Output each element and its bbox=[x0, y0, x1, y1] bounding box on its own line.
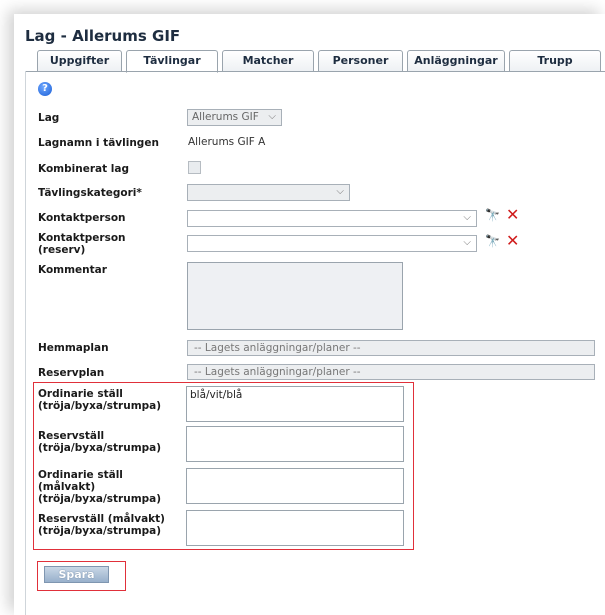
content-border bbox=[25, 71, 26, 615]
tab-personer[interactable]: Personer bbox=[318, 50, 403, 72]
binoculars-icon[interactable]: 🔭 bbox=[485, 208, 500, 222]
lag-select: Allerums GIF ⌵ bbox=[187, 109, 282, 126]
kommentar-label: Kommentar bbox=[38, 264, 107, 276]
hemmaplan-select[interactable]: -- Lagets anläggningar/planer -- bbox=[187, 340, 595, 356]
reservstall-input[interactable] bbox=[186, 426, 404, 462]
kontakt-reserv-label-2: (reserv) bbox=[38, 244, 86, 256]
lagnamn-label: Lagnamn i tävlingen bbox=[38, 137, 159, 149]
kommentar-textarea[interactable] bbox=[187, 262, 403, 330]
lagnamn-value: Allerums GIF A bbox=[188, 136, 266, 148]
ordinarie-mv-label-3: (tröja/byxa/strumpa) bbox=[38, 493, 162, 505]
kategori-label: Tävlingskategori* bbox=[38, 187, 142, 199]
ordinarie-mv-label-2: (målvakt) bbox=[38, 481, 96, 493]
chevron-down-icon: ⌵ bbox=[336, 186, 344, 197]
page-title: Lag - Allerums GIF bbox=[25, 27, 181, 45]
ordinarie-input[interactable]: blå/vit/blå bbox=[186, 386, 404, 422]
tab-matcher[interactable]: Matcher bbox=[222, 50, 314, 72]
tab-anlaggningar[interactable]: Anläggningar bbox=[407, 50, 505, 72]
reserv-mv-label-2: (tröja/byxa/strumpa) bbox=[38, 525, 162, 537]
reservplan-select[interactable]: -- Lagets anläggningar/planer -- bbox=[187, 364, 595, 380]
chevron-down-icon: ⌵ bbox=[268, 111, 276, 122]
reservstall-label-1: Reservställ bbox=[38, 430, 105, 442]
help-icon[interactable]: ? bbox=[38, 82, 52, 96]
chevron-down-icon: ⌵ bbox=[463, 237, 471, 248]
kontakt-select[interactable]: ⌵ bbox=[187, 210, 477, 227]
tab-bar: Uppgifter Tävlingar Matcher Personer Anl… bbox=[25, 50, 605, 73]
lag-label: Lag bbox=[38, 112, 60, 124]
ordinarie-label-1: Ordinarie ställ bbox=[38, 388, 123, 400]
save-button[interactable]: Spara bbox=[44, 566, 109, 583]
tab-trupp[interactable]: Trupp bbox=[509, 50, 601, 72]
ordinarie-label-2: (tröja/byxa/strumpa) bbox=[38, 400, 162, 412]
close-icon[interactable]: ✕ bbox=[506, 207, 519, 223]
reservplan-label: Reservplan bbox=[38, 367, 105, 379]
chevron-down-icon: ⌵ bbox=[463, 212, 471, 223]
lag-select-value: Allerums GIF bbox=[192, 111, 259, 123]
kontakt-reserv-select[interactable]: ⌵ bbox=[187, 235, 477, 252]
binoculars-icon[interactable]: 🔭 bbox=[485, 234, 500, 248]
ordinarie-mv-input[interactable] bbox=[186, 468, 404, 504]
kontakt-reserv-label-1: Kontaktperson bbox=[38, 232, 126, 244]
close-icon[interactable]: ✕ bbox=[506, 233, 519, 249]
kontakt-label: Kontaktperson bbox=[38, 212, 126, 224]
reserv-mv-label-1: Reservställ (målvakt) bbox=[38, 513, 165, 525]
tab-uppgifter[interactable]: Uppgifter bbox=[37, 50, 122, 72]
kategori-select[interactable]: ⌵ bbox=[187, 184, 350, 201]
reservstall-label-2: (tröja/byxa/strumpa) bbox=[38, 442, 162, 454]
kombinerat-label: Kombinerat lag bbox=[38, 163, 129, 175]
ordinarie-mv-label-1: Ordinarie ställ bbox=[38, 469, 123, 481]
reserv-mv-input[interactable] bbox=[186, 510, 404, 546]
hemmaplan-label: Hemmaplan bbox=[38, 342, 109, 354]
kombinerat-checkbox[interactable] bbox=[188, 161, 201, 174]
tab-divider bbox=[25, 71, 605, 72]
tab-tavlingar[interactable]: Tävlingar bbox=[126, 50, 218, 73]
